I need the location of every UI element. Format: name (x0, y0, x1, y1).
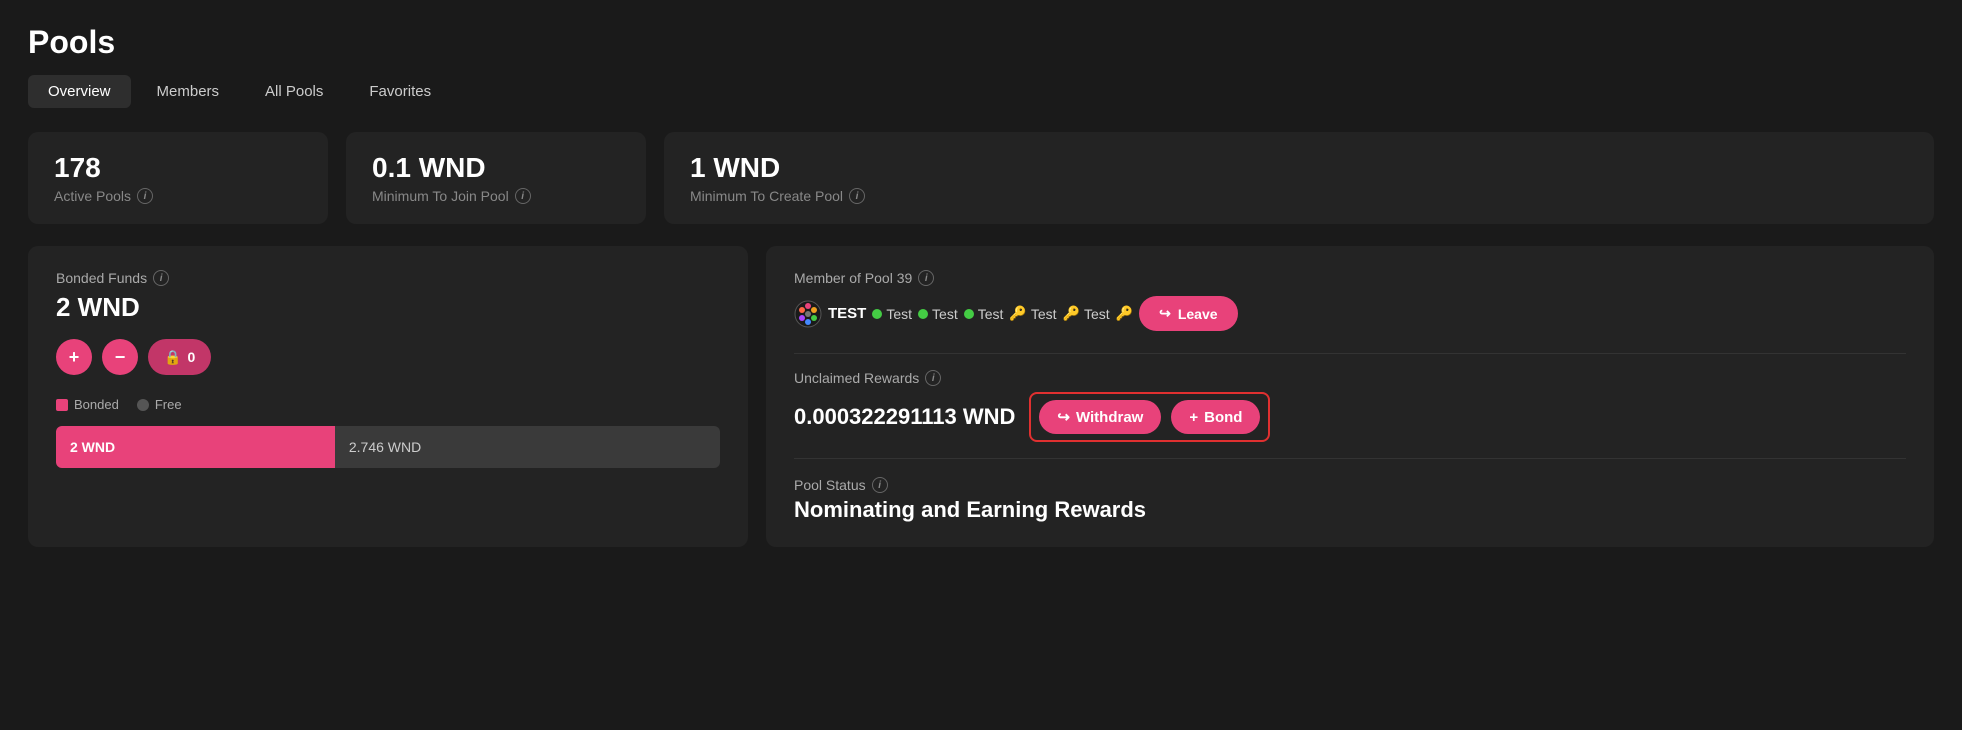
min-join-label: Minimum To Join Pool i (372, 188, 620, 204)
remove-bond-button[interactable]: − (102, 339, 138, 375)
locked-button[interactable]: 🔒 0 (148, 339, 211, 375)
pool-title-info-icon[interactable]: i (918, 270, 934, 286)
pool-status-value: Nominating and Earning Rewards (794, 497, 1906, 523)
active-pools-label: Active Pools i (54, 188, 302, 204)
unclaimed-rewards-label: Unclaimed Rewards i (794, 370, 1906, 386)
withdraw-button[interactable]: ↪ Withdraw (1039, 400, 1161, 434)
unclaimed-info-icon[interactable]: i (925, 370, 941, 386)
bonded-funds-info-icon[interactable]: i (153, 270, 169, 286)
unclaimed-amount: 0.000322291113 WND (794, 404, 1015, 430)
key-icon-1: 🔑 (1009, 305, 1026, 322)
bond-plus-icon: + (1189, 409, 1198, 426)
lock-icon: 🔒 (164, 349, 181, 366)
leave-button[interactable]: ↪ Leave (1139, 296, 1237, 331)
tabs-bar: Overview Members All Pools Favorites (28, 75, 1934, 108)
divider-2 (794, 458, 1906, 459)
stats-row: 178 Active Pools i 0.1 WND Minimum To Jo… (28, 132, 1934, 224)
active-pools-info-icon[interactable]: i (137, 188, 153, 204)
pool-header: Member of Pool 39 i (794, 270, 1906, 286)
bar-free-section: 2.746 WND (335, 426, 720, 468)
bonded-funds-panel: Bonded Funds i 2 WND + − 🔒 0 Bonded Free (28, 246, 748, 547)
main-row: Bonded Funds i 2 WND + − 🔒 0 Bonded Free (28, 246, 1934, 547)
withdraw-arrow-icon: ↪ (1057, 408, 1070, 426)
legend-row: Bonded Free (56, 397, 720, 412)
reward-buttons-group: ↪ Withdraw + Bond (1029, 392, 1270, 442)
tab-members[interactable]: Members (137, 75, 240, 108)
divider-1 (794, 353, 1906, 354)
legend-free: Free (137, 397, 182, 412)
unclaimed-row: 0.000322291113 WND ↪ Withdraw + Bond (794, 392, 1906, 442)
bond-bar: 2 WND 2.746 WND (56, 426, 720, 468)
unclaimed-section: Unclaimed Rewards i 0.000322291113 WND ↪… (794, 370, 1906, 442)
key-icon-2: 🔑 (1063, 305, 1080, 322)
green-dot-2 (918, 309, 928, 319)
pool-identity-icon (794, 300, 822, 328)
tab-favorites[interactable]: Favorites (349, 75, 451, 108)
min-create-info-icon[interactable]: i (849, 188, 865, 204)
stat-active-pools: 178 Active Pools i (28, 132, 328, 224)
bond-rewards-button[interactable]: + Bond (1171, 400, 1260, 434)
bonded-amount: 2 WND (56, 292, 720, 323)
validator-1: Test (872, 306, 912, 322)
tab-overview[interactable]: Overview (28, 75, 131, 108)
pool-title: Member of Pool 39 i (794, 270, 934, 286)
active-pools-number: 178 (54, 152, 302, 184)
key-icon-3: 🔑 (1116, 305, 1133, 322)
min-create-number: 1 WND (690, 152, 1908, 184)
page-title: Pools (28, 24, 1934, 61)
validator-6: 🔑 (1116, 305, 1133, 322)
min-join-info-icon[interactable]: i (515, 188, 531, 204)
validator-4: 🔑 Test (1009, 305, 1056, 322)
validator-2: Test (918, 306, 958, 322)
leave-arrow-icon: ↪ (1159, 305, 1171, 322)
bonded-funds-label: Bonded Funds i (56, 270, 720, 286)
green-dot-1 (872, 309, 882, 319)
add-bond-button[interactable]: + (56, 339, 92, 375)
pool-status-section: Pool Status i Nominating and Earning Rew… (794, 477, 1906, 523)
bar-bonded-section: 2 WND (56, 426, 335, 468)
pool-status-label: Pool Status i (794, 477, 1906, 493)
action-buttons: + − 🔒 0 (56, 339, 720, 375)
free-dot (137, 399, 149, 411)
stat-min-create: 1 WND Minimum To Create Pool i (664, 132, 1934, 224)
validator-3: Test (964, 306, 1004, 322)
legend-bonded: Bonded (56, 397, 119, 412)
pool-membership-panel: Member of Pool 39 i TEST Test (766, 246, 1934, 547)
min-create-label: Minimum To Create Pool i (690, 188, 1908, 204)
validator-5: 🔑 Test (1063, 305, 1110, 322)
pool-identity-row: TEST Test Test Test 🔑 Test 🔑 Test (794, 296, 1906, 331)
stat-min-join: 0.1 WND Minimum To Join Pool i (346, 132, 646, 224)
pool-status-info-icon[interactable]: i (872, 477, 888, 493)
tab-all-pools[interactable]: All Pools (245, 75, 343, 108)
green-dot-3 (964, 309, 974, 319)
min-join-number: 0.1 WND (372, 152, 620, 184)
bonded-dot (56, 399, 68, 411)
pool-name: TEST (828, 305, 866, 322)
